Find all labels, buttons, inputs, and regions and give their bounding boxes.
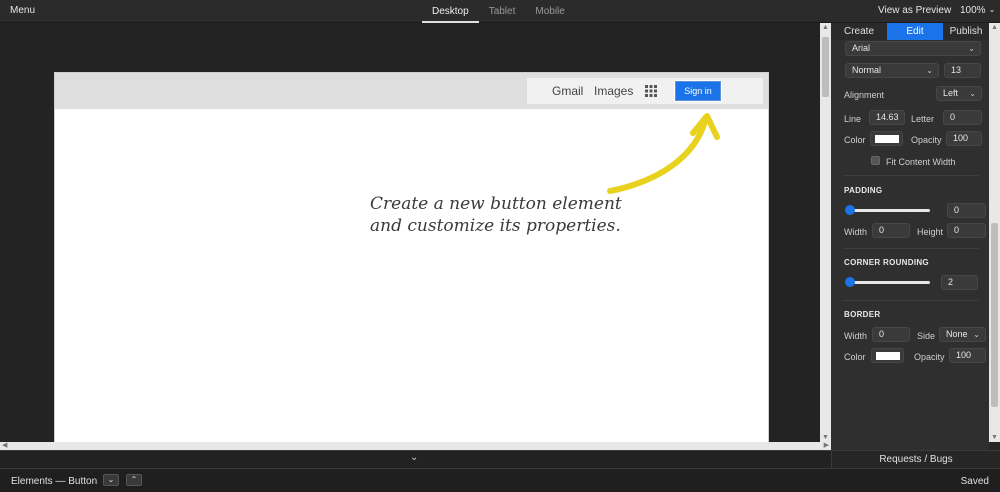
callout-arrow-icon [607,113,720,194]
alignment-select[interactable]: Left ⌄ [936,86,982,101]
text-color-swatch[interactable] [870,131,903,146]
fit-content-checkbox[interactable] [871,156,880,165]
scrollbar-thumb[interactable] [991,223,998,407]
font-family-value: Arial [852,43,871,53]
chevron-down-icon: ⌄ [973,330,980,339]
breadcrumb: Elements — Button [11,476,98,487]
corner-rounding-input[interactable]: 2 [941,275,978,290]
chevron-down-icon[interactable]: ⌄ [103,474,119,486]
padding-slider-track[interactable] [848,209,930,212]
alignment-value: Left [943,88,959,98]
divider [843,175,979,176]
panel-vertical-scrollbar[interactable]: ▲ ▼ [989,23,1000,442]
font-weight-value: Normal [852,65,882,75]
border-color-label: Color [844,352,866,362]
font-weight-select[interactable]: Normal ⌄ [845,63,939,78]
corner-rounding-title: CORNER ROUNDING [844,258,929,267]
chevron-down-icon: ⌄ [988,5,996,14]
device-tabs: Desktop Tablet Mobile [422,0,575,23]
border-color-swatch[interactable] [871,348,904,363]
letter-spacing-input[interactable]: 0 [943,110,982,125]
view-as-preview-button[interactable]: View as Preview [878,5,951,16]
line-height-label: Line [844,114,862,124]
sign-in-button[interactable]: Sign in [674,80,722,102]
font-size-input[interactable]: 13 [944,63,981,78]
tab-mobile[interactable]: Mobile [525,0,574,23]
chevron-up-icon[interactable]: ⌃ [126,474,142,486]
save-status: Saved [960,476,989,487]
canvas-vertical-scrollbar[interactable]: ▲ ▼ [820,23,831,442]
color-label: Color [844,135,866,145]
panel-tabs: Create Edit Publish [831,23,989,40]
border-width-label: Width [844,331,868,341]
border-opacity-label: Opacity [914,352,945,362]
properties-panel: Create Edit Publish Arial ⌄ Normal ⌄ 13 Al… [831,23,989,450]
color-fill [876,352,900,360]
divider [843,248,979,249]
callout-line-1: Create a new button element [370,194,622,214]
callout-line-2: and customize its properties. [370,216,621,236]
padding-title: PADDING [844,186,883,195]
tab-publish[interactable]: Publish [943,23,989,40]
canvas-horizontal-scrollbar[interactable]: ◀ ▶ [0,442,831,450]
tab-desktop[interactable]: Desktop [422,0,479,23]
scroll-down-icon[interactable]: ▼ [991,434,998,441]
opacity-label: Opacity [911,135,942,145]
tab-create[interactable]: Create [831,23,887,40]
line-height-input[interactable]: 14.63 [869,110,905,125]
border-side-label: Side [917,331,936,341]
tab-tablet[interactable]: Tablet [479,0,526,23]
tutorial-callout: Create a new button element and customiz… [370,193,622,237]
menu-button[interactable]: Menu [10,5,35,16]
page-header: Gmail Images Sign in [55,73,768,109]
padding-height-label: Height [917,227,944,237]
zoom-dropdown[interactable]: 100% ⌄ [960,5,995,16]
chevron-down-icon: ⌄ [968,44,975,53]
scroll-right-icon[interactable]: ▶ [824,441,829,449]
scroll-down-icon[interactable]: ▼ [822,434,829,441]
color-fill [875,135,899,143]
divider [843,300,979,301]
bottom-bar: ⌄ Requests / Bugs Elements — Button ⌄ ⌃ … [0,450,1000,492]
padding-input[interactable]: 0 [947,203,986,218]
canvas-collapse-strip: ⌄ [0,450,831,468]
scroll-left-icon[interactable]: ◀ [2,441,7,449]
chevron-down-icon[interactable]: ⌄ [410,452,418,463]
tab-edit[interactable]: Edit [887,23,943,40]
fit-content-label: Fit Content Width [886,157,956,167]
status-bar: Elements — Button ⌄ ⌃ Saved [0,468,1000,492]
font-family-select[interactable]: Arial ⌄ [845,41,981,56]
nav-bar[interactable]: Gmail Images Sign in [527,78,763,104]
scroll-up-icon[interactable]: ▲ [822,24,829,31]
opacity-input[interactable]: 100 [946,131,982,146]
border-width-input[interactable]: 0 [872,327,910,342]
apps-grid-icon[interactable] [645,85,657,97]
chevron-down-icon: ⌄ [969,89,976,98]
padding-slider-handle[interactable] [845,205,855,215]
letter-spacing-label: Letter [911,114,935,124]
images-link[interactable]: Images [594,84,633,98]
scroll-up-icon[interactable]: ▲ [991,24,998,31]
corner-rounding-slider-handle[interactable] [845,277,855,287]
border-title: BORDER [844,310,881,319]
design-canvas: Gmail Images Sign in Create a new button… [0,23,820,465]
padding-height-input[interactable]: 0 [947,223,986,238]
requests-bugs-button[interactable]: Requests / Bugs [831,450,1000,468]
scrollbar-thumb[interactable] [822,37,829,97]
border-side-select[interactable]: None ⌄ [939,327,986,342]
top-toolbar: Menu Desktop Tablet Mobile View as Previ… [0,0,1000,23]
padding-width-label: Width [844,227,868,237]
zoom-value: 100% [960,5,986,16]
corner-rounding-slider-track[interactable] [848,281,930,284]
border-opacity-input[interactable]: 100 [949,348,986,363]
border-side-value: None [946,329,968,339]
padding-width-input[interactable]: 0 [872,223,910,238]
alignment-label: Alignment [844,90,885,100]
chevron-down-icon: ⌄ [926,66,933,75]
gmail-link[interactable]: Gmail [552,84,583,98]
